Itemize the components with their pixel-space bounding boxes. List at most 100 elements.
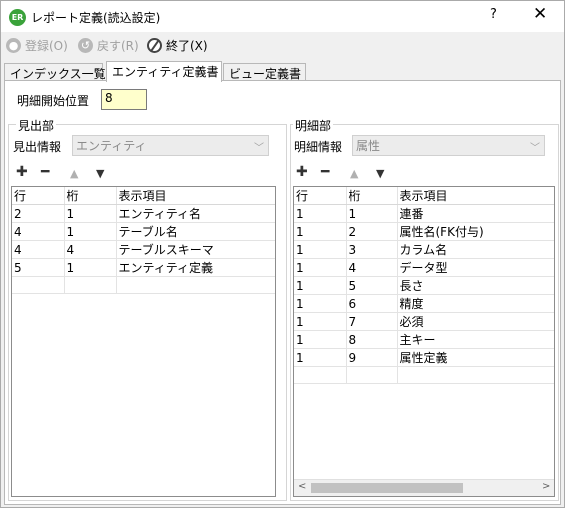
table-row[interactable]: 4 4 テーブルスキーマ bbox=[12, 240, 275, 259]
cell-digit: 5 bbox=[346, 276, 398, 295]
header-info-value: エンティティ bbox=[76, 139, 147, 153]
cell-digit: 7 bbox=[346, 312, 398, 331]
table-row[interactable]: 4 1 テーブル名 bbox=[12, 222, 275, 241]
table-row[interactable]: 1 2 属性名(FK付与) bbox=[294, 222, 554, 241]
cell-row: 2 bbox=[12, 204, 65, 223]
remove-row-icon[interactable]: ━ bbox=[321, 164, 329, 180]
remove-row-icon[interactable]: ━ bbox=[41, 164, 49, 180]
scroll-left-icon[interactable]: < bbox=[298, 481, 306, 492]
header-col-digit[interactable]: 桁 bbox=[64, 187, 117, 205]
cell-item: テーブル名 bbox=[116, 222, 275, 241]
scrollbar-thumb[interactable] bbox=[311, 483, 463, 493]
add-row-icon[interactable]: ✚ bbox=[16, 164, 28, 180]
header-col-item[interactable]: 表示項目 bbox=[116, 187, 275, 205]
table-row[interactable]: 1 8 主キー bbox=[294, 330, 554, 349]
cell-item: 属性定義 bbox=[397, 348, 554, 367]
table-row-empty[interactable] bbox=[294, 366, 554, 384]
cell-item: 主キー bbox=[397, 330, 554, 349]
cell-digit: 6 bbox=[346, 294, 398, 313]
tab-view-definition[interactable]: ビュー定義書 bbox=[223, 63, 306, 81]
table-row-empty[interactable] bbox=[12, 276, 275, 294]
detail-info-label: 明細情報 bbox=[294, 140, 343, 154]
toolbar: ● 登録(O) ↺ 戻す(R) 終了(X) bbox=[1, 32, 564, 58]
table-row[interactable]: 1 6 精度 bbox=[294, 294, 554, 313]
cell-row: 1 bbox=[294, 276, 347, 295]
cell-item: エンティティ名 bbox=[116, 204, 275, 223]
detail-start-label: 明細開始位置 bbox=[17, 94, 90, 108]
cell-row: 1 bbox=[294, 222, 347, 241]
tab-entity-definition[interactable]: エンティティ定義書 bbox=[106, 61, 222, 82]
exit-label: 終了(X) bbox=[166, 38, 208, 53]
cell-digit: 4 bbox=[346, 258, 398, 277]
cell-item: エンティティ定義 bbox=[116, 258, 275, 277]
chevron-down-icon: ﹀ bbox=[530, 143, 540, 154]
table-row[interactable]: 1 5 長さ bbox=[294, 276, 554, 295]
cell-digit: 9 bbox=[346, 348, 398, 367]
cell-row: 1 bbox=[294, 204, 347, 223]
table-row[interactable]: 1 9 属性定義 bbox=[294, 348, 554, 367]
detail-section-title: 明細部 bbox=[293, 117, 334, 134]
table-row[interactable]: 1 7 必須 bbox=[294, 312, 554, 331]
close-button[interactable]: ✕ bbox=[533, 4, 547, 24]
cell-item: テーブルスキーマ bbox=[116, 240, 275, 259]
add-row-icon[interactable]: ✚ bbox=[296, 164, 308, 180]
register-icon: ● bbox=[6, 37, 21, 53]
exit-icon bbox=[147, 37, 162, 53]
detail-info-value: 属性 bbox=[356, 139, 381, 153]
detail-info-select[interactable]: 属性 ﹀ bbox=[352, 135, 545, 156]
register-button[interactable]: ● 登録(O) bbox=[6, 36, 68, 54]
cell-row: 4 bbox=[12, 222, 65, 241]
detail-col-digit[interactable]: 桁 bbox=[346, 187, 398, 205]
header-row-buttons: ✚ ━ ▲ ▼ bbox=[16, 164, 116, 182]
detail-col-item[interactable]: 表示項目 bbox=[397, 187, 554, 205]
cell-digit: 1 bbox=[346, 204, 398, 223]
cell-row: 1 bbox=[294, 330, 347, 349]
cell-item: 精度 bbox=[397, 294, 554, 313]
window-title: レポート定義(読込設定) bbox=[31, 11, 161, 25]
cell-digit: 3 bbox=[346, 240, 398, 259]
header-info-label: 見出情報 bbox=[13, 140, 62, 154]
detail-col-row[interactable]: 行 bbox=[294, 187, 347, 205]
horizontal-scrollbar[interactable]: < > bbox=[294, 479, 554, 496]
cell-item: 長さ bbox=[397, 276, 554, 295]
table-row[interactable]: 1 3 カラム名 bbox=[294, 240, 554, 259]
move-down-icon[interactable]: ▼ bbox=[376, 167, 384, 180]
title-bar: ER レポート定義(読込設定) ? ✕ bbox=[1, 1, 564, 32]
revert-label: 戻す(R) bbox=[97, 38, 139, 53]
move-up-icon[interactable]: ▲ bbox=[350, 167, 358, 180]
cell-item: 連番 bbox=[397, 204, 554, 223]
cell-digit: 2 bbox=[346, 222, 398, 241]
dialog-window: ER レポート定義(読込設定) ? ✕ ● 登録(O) ↺ 戻す(R) 終了(X… bbox=[0, 0, 565, 508]
cell-item: カラム名 bbox=[397, 240, 554, 259]
cell-item: データ型 bbox=[397, 258, 554, 277]
exit-button[interactable]: 終了(X) bbox=[147, 36, 208, 54]
cell-row: 1 bbox=[294, 240, 347, 259]
cell-row: 1 bbox=[294, 348, 347, 367]
header-grid[interactable]: 行 桁 表示項目 2 1 エンティティ名 4 1 テーブル名 4 4 テーブルス… bbox=[11, 186, 276, 497]
cell-row: 4 bbox=[12, 240, 65, 259]
app-icon: ER bbox=[9, 9, 26, 26]
header-info-select[interactable]: エンティティ ﹀ bbox=[72, 135, 269, 156]
table-row[interactable]: 1 4 データ型 bbox=[294, 258, 554, 277]
table-row[interactable]: 2 1 エンティティ名 bbox=[12, 204, 275, 223]
table-row[interactable]: 1 1 連番 bbox=[294, 204, 554, 223]
detail-start-input[interactable]: 8 bbox=[101, 89, 147, 110]
move-up-icon[interactable]: ▲ bbox=[70, 167, 78, 180]
table-row[interactable]: 5 1 エンティティ定義 bbox=[12, 258, 275, 277]
help-button[interactable]: ? bbox=[490, 7, 497, 22]
cell-digit: 8 bbox=[346, 330, 398, 349]
detail-row-buttons: ✚ ━ ▲ ▼ bbox=[296, 164, 396, 182]
detail-grid[interactable]: 行 桁 表示項目 1 1 連番 1 2 属性名(FK付与) 1 3 カラム名 1 4 データ型 … bbox=[293, 186, 555, 497]
move-down-icon[interactable]: ▼ bbox=[96, 167, 104, 180]
cell-item: 属性名(FK付与) bbox=[397, 222, 554, 241]
tab-index-list[interactable]: インデックス一覧 bbox=[4, 63, 106, 81]
header-col-row[interactable]: 行 bbox=[12, 187, 65, 205]
scroll-right-icon[interactable]: > bbox=[542, 481, 550, 492]
cell-digit: 1 bbox=[64, 222, 117, 241]
revert-button[interactable]: ↺ 戻す(R) bbox=[78, 36, 139, 54]
cell-row: 5 bbox=[12, 258, 65, 277]
cell-digit: 1 bbox=[64, 204, 117, 223]
cell-row: 1 bbox=[294, 294, 347, 313]
cell-item: 必須 bbox=[397, 312, 554, 331]
cell-row: 1 bbox=[294, 312, 347, 331]
